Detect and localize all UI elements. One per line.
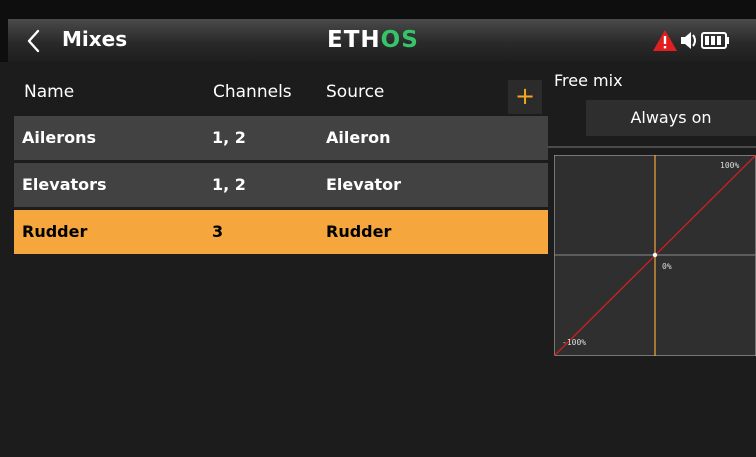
mix-name: Ailerons [22,128,96,147]
logo-text-left: ETH [327,27,381,53]
battery-icon[interactable] [701,32,729,49]
header-bar: Mixes ETHOS [0,0,756,62]
curve-label-center: 0% [662,262,672,271]
mix-type-label: Free mix [554,71,623,90]
mix-source: Aileron [326,128,391,147]
curve-label-top: 100% [720,161,739,170]
curve-label-bottom: -100% [562,338,586,347]
mix-channels: 1, 2 [212,128,246,147]
divider [548,146,756,148]
add-mix-button[interactable]: + [508,80,542,114]
column-header-name: Name [24,82,75,102]
mix-channels: 3 [212,222,224,241]
mix-name: Rudder [22,222,88,241]
mix-name: Elevators [22,175,107,194]
warning-icon[interactable] [653,30,677,51]
mix-detail-panel: Free mix Always on 100% 0% -100% [548,62,756,457]
speaker-icon[interactable] [681,32,696,49]
page-title: Mixes [62,27,128,51]
chevron-left-icon [27,29,40,53]
back-button[interactable]: Mixes [22,26,132,56]
status-icons [650,27,750,53]
mix-list-panel: Name Channels Source + Ailerons 1, 2 Ail… [8,62,548,457]
active-condition-button[interactable]: Always on [586,100,756,136]
ethos-logo: ETHOS [327,27,419,55]
table-row[interactable]: Elevators 1, 2 Elevator [14,163,548,207]
table-row-selected[interactable]: Rudder 3 Rudder [14,210,548,254]
mix-channels: 1, 2 [212,175,246,194]
curve-center-point [652,252,658,258]
mix-curve-graph: 100% 0% -100% [554,155,756,356]
table-row[interactable]: Ailerons 1, 2 Aileron [14,116,548,160]
table-header: Name Channels Source + [8,62,548,116]
mix-source: Elevator [326,175,402,194]
logo-text-right: OS [380,27,419,53]
column-header-source: Source [326,82,385,102]
column-header-channels: Channels [213,82,292,102]
mix-source: Rudder [326,222,392,241]
